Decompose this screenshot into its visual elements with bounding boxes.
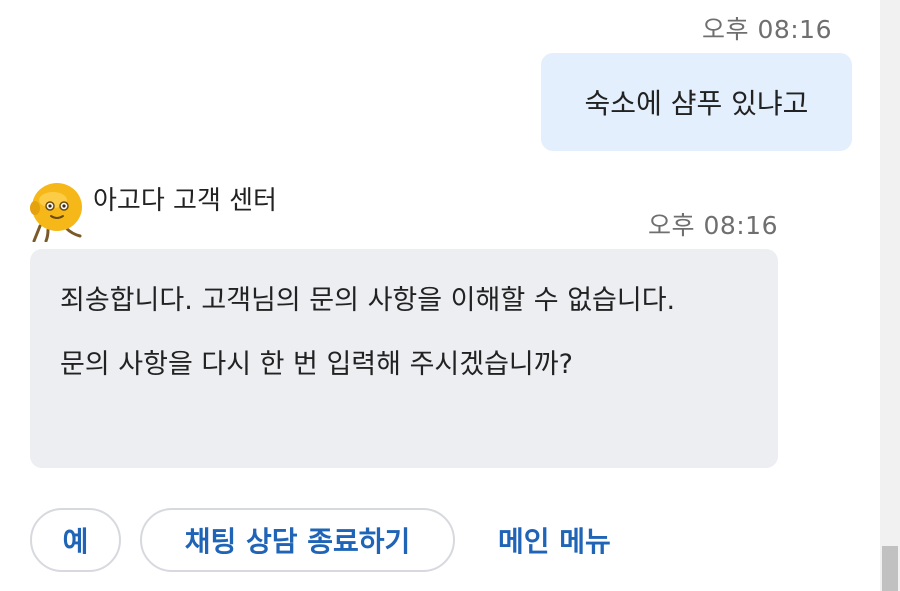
end-chat-button[interactable]: 채팅 상담 종료하기 — [140, 508, 455, 572]
user-message-bubble: 숙소에 샴푸 있냐고 — [541, 53, 852, 151]
bot-message-paragraph: 문의 사항을 다시 한 번 입력해 주시겠습니까? — [60, 349, 573, 380]
main-menu-button[interactable]: 메인 메뉴 — [498, 508, 611, 572]
user-message-text: 숙소에 샴푸 있냐고 — [584, 87, 809, 120]
scrollbar-thumb[interactable] — [882, 546, 898, 591]
yes-button[interactable]: 예 — [30, 508, 121, 572]
bot-message-time: 오후 08:16 — [648, 211, 778, 240]
user-message-time: 오후 08:16 — [702, 15, 832, 44]
bot-message-paragraph: 죄송합니다. 고객님의 문의 사항을 이해할 수 없습니다. — [60, 285, 676, 316]
bot-sender-name: 아고다 고객 센터 — [93, 186, 277, 216]
bot-message-bubble: 죄송합니다. 고객님의 문의 사항을 이해할 수 없습니다. 문의 사항을 다시… — [30, 249, 778, 468]
chat-area: 오후 08:16 숙소에 샴푸 있냐고 아고다 고객 센터 오후 08:16 죄… — [0, 0, 880, 591]
mascot-avatar-icon — [26, 178, 88, 243]
scrollbar[interactable] — [880, 0, 900, 591]
